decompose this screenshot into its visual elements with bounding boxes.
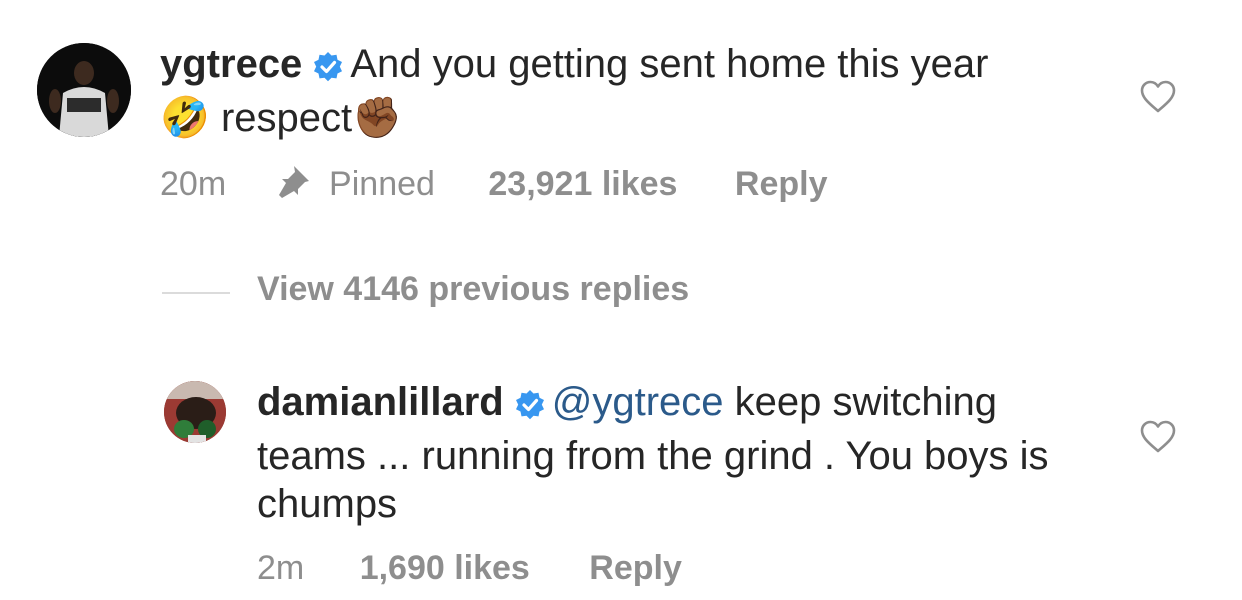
reply-username[interactable]: damianlillard (257, 380, 504, 424)
replies-divider (162, 292, 230, 294)
comment-text-line2: respect (220, 96, 353, 140)
comment-meta: 20m Pinned 23,921 likes Reply (160, 163, 827, 208)
avatar[interactable] (164, 381, 226, 443)
verified-badge-icon (312, 46, 344, 94)
reply-button[interactable]: Reply (589, 549, 682, 587)
reply-time: 2m (257, 549, 305, 587)
comment-text-line1: And you getting sent home this year (350, 42, 989, 86)
comment-time: 20m (160, 165, 227, 203)
heart-icon[interactable] (1140, 420, 1176, 459)
comment-likes[interactable]: 23,921 likes (488, 165, 677, 203)
avatar[interactable] (37, 43, 131, 137)
fist-emoji: ✊🏾 (352, 96, 402, 140)
comment-username[interactable]: ygtrece (160, 42, 302, 86)
pinned-label: Pinned (329, 165, 435, 203)
view-replies-button[interactable]: View 4146 previous replies (257, 270, 689, 309)
laughing-emoji: 🤣 (160, 96, 210, 140)
mention-link[interactable]: @ygtrece (552, 380, 724, 424)
reply-body: damianlillard @ygtrece keep switching tea… (257, 378, 1087, 528)
reply-button[interactable]: Reply (735, 165, 828, 203)
heart-icon[interactable] (1140, 80, 1176, 119)
reply-meta: 2m 1,690 likes Reply (257, 549, 682, 588)
verified-badge-icon (514, 384, 546, 432)
comment-body: ygtrece And you getting sent home this ye… (160, 40, 1100, 142)
pin-icon (274, 163, 312, 208)
reply-likes[interactable]: 1,690 likes (360, 549, 530, 587)
